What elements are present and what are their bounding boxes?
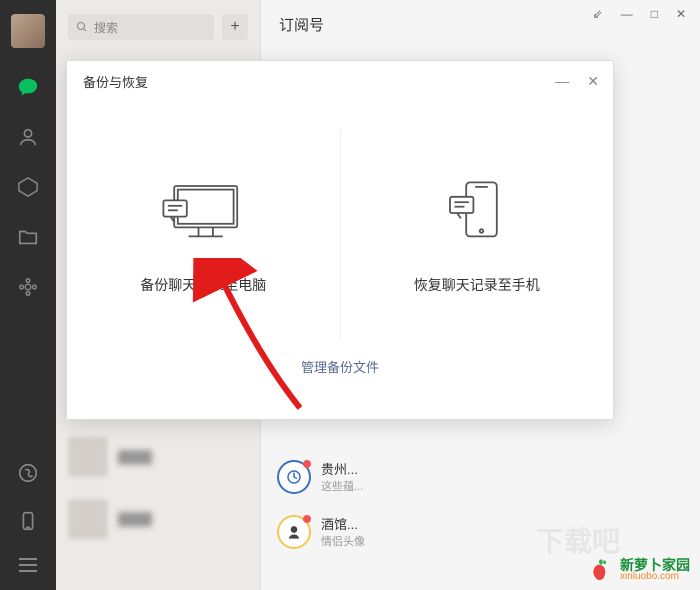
search-input[interactable]: 搜索 — [68, 14, 214, 40]
subscription-desc: 情侣头像 — [321, 533, 365, 549]
subscription-desc: 这些蕴... — [321, 478, 363, 494]
backup-label: 备份聊天记录至电脑 — [140, 275, 266, 295]
list-item[interactable]: ████ — [56, 426, 260, 488]
phone-icon[interactable] — [17, 510, 39, 532]
chat-icon[interactable] — [17, 76, 39, 98]
left-rail — [0, 0, 56, 590]
radish-icon — [586, 556, 614, 584]
restore-label: 恢复聊天记录至手机 — [414, 275, 540, 295]
window-minimize[interactable]: — — [621, 7, 633, 21]
search-placeholder: 搜索 — [94, 19, 118, 36]
window-maximize[interactable]: □ — [651, 7, 658, 21]
phone-restore-icon — [432, 175, 522, 251]
menu-icon[interactable] — [19, 558, 37, 572]
watermark: 新萝卜家园 xinluobo.com — [586, 556, 690, 584]
mini-program-icon[interactable] — [17, 462, 39, 484]
subscription-title: 贵州... — [321, 459, 363, 478]
moments-icon[interactable] — [17, 276, 39, 298]
backup-restore-dialog: 备份与恢复 — ✕ 备份聊天记录至电脑 — [66, 60, 614, 420]
dialog-title: 备份与恢复 — [67, 61, 613, 101]
subscription-avatar — [277, 515, 311, 549]
unread-dot — [303, 515, 311, 523]
subscription-avatar — [277, 460, 311, 494]
restore-to-phone-option[interactable]: 恢复聊天记录至手机 — [341, 129, 614, 341]
avatar[interactable] — [11, 14, 45, 48]
manage-backup-link[interactable]: 管理备份文件 — [301, 360, 379, 375]
window-close[interactable]: ✕ — [676, 7, 686, 21]
contacts-icon[interactable] — [17, 126, 39, 148]
monitor-icon — [158, 175, 248, 251]
backup-to-pc-option[interactable]: 备份聊天记录至电脑 — [67, 129, 341, 341]
window-pin-icon[interactable]: ⇙ — [593, 7, 603, 21]
files-icon[interactable] — [17, 226, 39, 248]
dialog-minimize[interactable]: — — [555, 73, 569, 89]
subscription-title: 酒馆... — [321, 514, 365, 533]
unread-dot — [303, 460, 311, 468]
favorites-icon[interactable] — [17, 176, 39, 198]
subscription-item[interactable]: 酒馆... 情侣头像 — [261, 504, 700, 559]
add-button[interactable]: + — [222, 14, 248, 40]
watermark-en: xinluobo.com — [620, 572, 690, 582]
subscription-item[interactable]: 贵州... 这些蕴... — [261, 449, 700, 504]
ghost-watermark: 下载吧 — [536, 520, 620, 560]
dialog-close[interactable]: ✕ — [587, 73, 599, 90]
watermark-cn: 新萝卜家园 — [620, 558, 690, 572]
list-item[interactable]: ████ — [56, 488, 260, 550]
